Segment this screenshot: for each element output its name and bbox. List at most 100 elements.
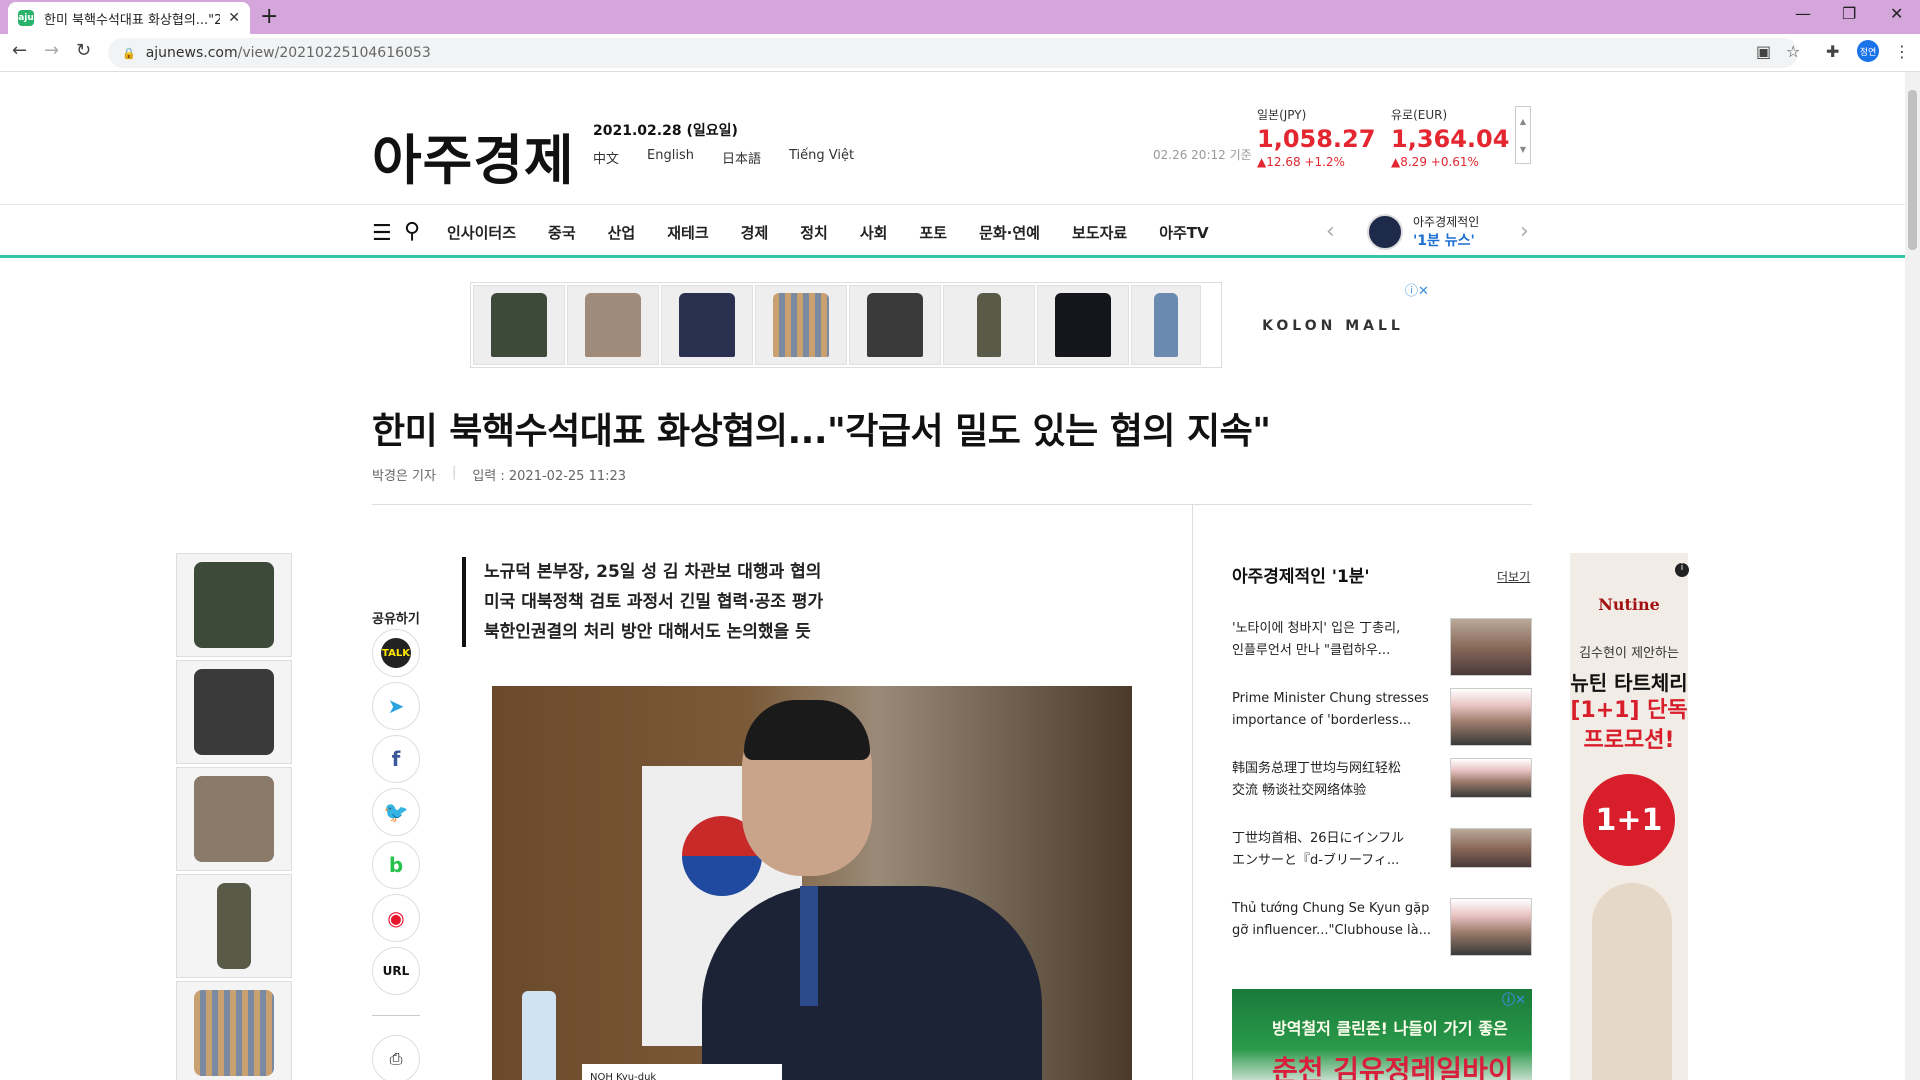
ad-product[interactable] bbox=[755, 285, 847, 365]
railbike-ad[interactable]: 방역철저 클린존! 나들이 가기 좋은 춘천 김유정레일바이크 ⓘ✕ bbox=[1232, 989, 1532, 1080]
sidebar-news-item[interactable]: Thủ tướng Chung Se Kyun gặp gỡ influencer… bbox=[1232, 898, 1532, 956]
news-thumbnail[interactable] bbox=[1450, 758, 1532, 798]
restore-icon[interactable]: ❐ bbox=[1842, 4, 1856, 23]
twitter-icon: 🐦 bbox=[383, 800, 409, 824]
nav-item-press[interactable]: 보도자료 bbox=[1072, 222, 1127, 243]
nutine-ad[interactable]: i Nutine 김수현이 제안하는 뉴틴 타트체리 [1+1] 단독 프로모션… bbox=[1570, 553, 1689, 1080]
header-date: 2021.02.28 (일요일) bbox=[593, 123, 738, 139]
facebook-share-button[interactable]: f bbox=[372, 735, 420, 783]
site-logo[interactable]: 아주경제 bbox=[372, 116, 575, 195]
ad-product[interactable] bbox=[1037, 285, 1129, 365]
nav-item-finance[interactable]: 재테크 bbox=[667, 222, 708, 243]
ad-product[interactable] bbox=[1131, 285, 1201, 365]
top-ad-banner[interactable] bbox=[470, 282, 1222, 368]
weibo-share-button[interactable]: ◉ bbox=[372, 894, 420, 942]
lang-link-chinese[interactable]: 中文 bbox=[593, 148, 619, 167]
sidebar-news-item[interactable]: '노타이에 청바지' 입은 丁총리, 인플루언서 만나 "클럽하우... bbox=[1232, 618, 1532, 676]
photo-person-suit bbox=[702, 886, 1042, 1080]
ad-info-icon[interactable]: i bbox=[1675, 563, 1689, 577]
reporter-name[interactable]: 박경은 기자 bbox=[372, 465, 436, 484]
railbike-ad-close-icon[interactable]: ⓘ✕ bbox=[1502, 989, 1526, 1008]
ad-info-close-icon[interactable]: ⓘ✕ bbox=[1405, 280, 1429, 299]
lang-link-japanese[interactable]: 日本語 bbox=[722, 148, 761, 167]
news-thumbnail[interactable] bbox=[1450, 898, 1532, 956]
article-byline: 박경은 기자 | 입력 : 2021-02-25 11:23 bbox=[372, 465, 626, 484]
url-copy-label: URL bbox=[382, 964, 410, 978]
telegram-share-button[interactable]: ➤ bbox=[372, 682, 420, 730]
ad-product[interactable] bbox=[661, 285, 753, 365]
nav-item-industry[interactable]: 산업 bbox=[608, 222, 636, 243]
news-thumbnail[interactable] bbox=[1450, 828, 1532, 868]
summary-line: 미국 대북정책 검토 과정서 긴밀 협력·공조 평가 bbox=[484, 592, 824, 612]
left-side-ad[interactable] bbox=[176, 553, 294, 1080]
bookmark-star-icon[interactable]: ☆ bbox=[1786, 42, 1800, 61]
promo-line1: 아주경제적인 bbox=[1413, 215, 1480, 229]
lang-link-vietnamese[interactable]: Tiếng Việt bbox=[789, 148, 854, 167]
cast-icon[interactable]: ▣ bbox=[1756, 42, 1771, 61]
nav-item-china[interactable]: 중국 bbox=[548, 222, 576, 243]
ad-product[interactable] bbox=[176, 981, 292, 1080]
news-line: 交流 畅谈社交网络体验 bbox=[1232, 783, 1367, 798]
window-close-icon[interactable]: ✕ bbox=[1890, 4, 1903, 23]
nav-item-culture[interactable]: 문화·연예 bbox=[979, 222, 1040, 243]
reload-icon[interactable]: ↻ bbox=[76, 40, 91, 61]
rate-down-icon[interactable]: ▼ bbox=[1520, 145, 1526, 154]
news-thumbnail[interactable] bbox=[1450, 688, 1532, 746]
back-icon[interactable]: ← bbox=[12, 40, 27, 61]
railbike-ad-line2: 춘천 김유정레일바이크 bbox=[1272, 1054, 1514, 1080]
rate-value: 1,058.27 bbox=[1257, 125, 1376, 153]
minimize-icon[interactable]: — bbox=[1795, 4, 1811, 23]
nav-item-society[interactable]: 사회 bbox=[860, 222, 888, 243]
nutine-sub: 김수현이 제안하는 bbox=[1579, 646, 1679, 661]
ad-product[interactable] bbox=[176, 660, 292, 764]
url-copy-button[interactable]: URL bbox=[372, 947, 420, 995]
kolon-mall-logo[interactable]: KOLON MALL bbox=[1250, 284, 1416, 368]
article-photo[interactable]: NOH Kyu-duk bbox=[492, 686, 1132, 1080]
new-tab-icon[interactable]: + bbox=[260, 4, 278, 29]
hamburger-menu-icon[interactable]: ☰ bbox=[372, 221, 392, 246]
twitter-share-button[interactable]: 🐦 bbox=[372, 788, 420, 836]
browser-tabbar: aju 한미 북핵수석대표 화상협의..."2 ✕ + — ❐ ✕ bbox=[0, 0, 1920, 34]
ad-product[interactable] bbox=[567, 285, 659, 365]
sidebar-news-item[interactable]: Prime Minister Chung stresses importance … bbox=[1232, 688, 1532, 746]
ad-product[interactable] bbox=[176, 553, 292, 657]
ad-product[interactable] bbox=[176, 874, 292, 978]
kakaotalk-share-button[interactable]: TALK bbox=[372, 629, 420, 677]
ad-product[interactable] bbox=[473, 285, 565, 365]
scrollbar-thumb[interactable] bbox=[1908, 90, 1917, 250]
nav-item-politics[interactable]: 정치 bbox=[800, 222, 828, 243]
sidebar-more-link[interactable]: 더보기 bbox=[1497, 568, 1530, 585]
rate-jpy: 일본(JPY) 1,058.27 ▲12.68 +1.2% bbox=[1257, 106, 1375, 169]
rate-scroll-control[interactable]: ▲ ▼ bbox=[1515, 106, 1531, 164]
nav-item-insighters[interactable]: 인사이터즈 bbox=[447, 222, 516, 243]
promo-one-minute-news[interactable]: 아주경제적인 '1분 뉴스' bbox=[1367, 213, 1479, 250]
rate-up-icon[interactable]: ▲ bbox=[1520, 117, 1526, 126]
lang-link-english[interactable]: English bbox=[647, 148, 694, 167]
profile-avatar[interactable]: 정연 bbox=[1857, 40, 1879, 62]
ad-product[interactable] bbox=[849, 285, 941, 365]
rate-timestamp: 02.26 20:12 기준 bbox=[1153, 148, 1252, 162]
nav-item-ajutv[interactable]: 아주TV bbox=[1159, 222, 1208, 243]
lock-icon[interactable]: 🔒 bbox=[122, 47, 136, 60]
print-button[interactable]: ⎙ bbox=[372, 1035, 420, 1080]
nav-item-photo[interactable]: 포토 bbox=[919, 222, 947, 243]
forward-icon[interactable]: → bbox=[44, 40, 59, 61]
menu-kebab-icon[interactable]: ⋮ bbox=[1894, 42, 1910, 61]
promo-next-icon[interactable]: › bbox=[1520, 219, 1529, 244]
promo-prev-icon[interactable]: ‹ bbox=[1326, 219, 1335, 244]
news-line: 인플루언서 만나 "클럽하우... bbox=[1232, 643, 1391, 658]
sidebar-news-item[interactable]: 丁世均首相、26日にインフル エンサーと『d-ブリーフィ... bbox=[1232, 828, 1532, 872]
news-thumbnail[interactable] bbox=[1450, 618, 1532, 676]
nav-item-economy[interactable]: 경제 bbox=[741, 222, 769, 243]
browser-tab[interactable]: aju 한미 북핵수석대표 화상협의..."2 ✕ bbox=[8, 2, 250, 34]
ad-product[interactable] bbox=[176, 767, 292, 871]
sidebar-news-item[interactable]: 韩国务总理丁世均与网红轻松 交流 畅谈社交网络体验 bbox=[1232, 758, 1532, 802]
tab-close-icon[interactable]: ✕ bbox=[228, 10, 240, 26]
search-icon[interactable]: ⚲ bbox=[404, 219, 420, 244]
page-scrollbar[interactable] bbox=[1905, 72, 1920, 1080]
band-share-button[interactable]: b bbox=[372, 841, 420, 889]
extensions-icon[interactable]: ✚ bbox=[1826, 42, 1839, 61]
promo-avatar bbox=[1367, 213, 1403, 250]
address-bar[interactable]: 🔒 ajunews.com /view/20210225104616053 bbox=[108, 38, 1798, 68]
ad-product[interactable] bbox=[943, 285, 1035, 365]
